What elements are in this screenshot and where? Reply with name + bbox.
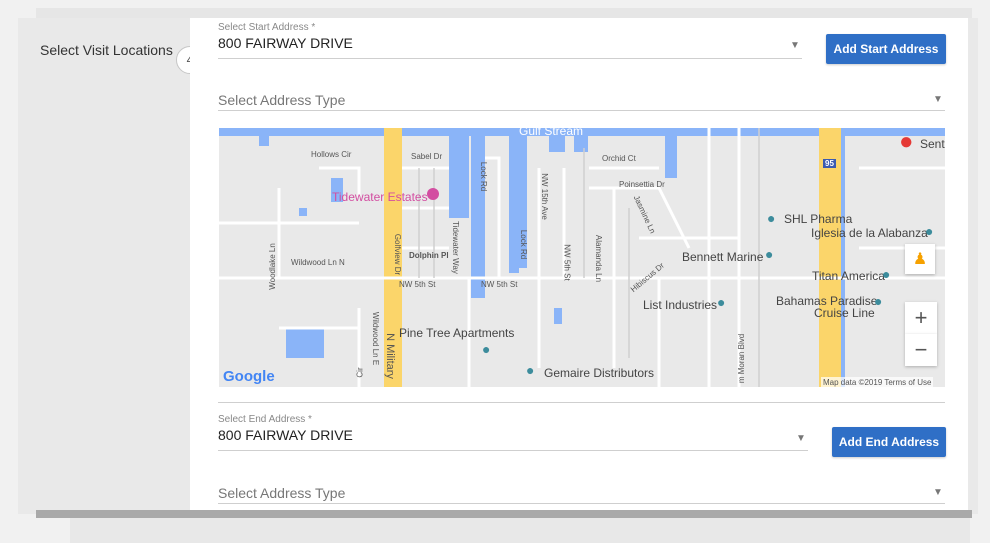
section-label: Select Visit Locations <box>40 42 173 58</box>
sabel-dr-label: Sabel Dr <box>411 152 443 161</box>
nw-5th-st-vertical-label: NW 5th St <box>562 244 572 281</box>
pine-tree-apartments-poi[interactable]: Pine Tree Apartments <box>399 326 514 340</box>
orchid-ct-label: Orchid Ct <box>602 154 636 163</box>
bottom-strip <box>70 518 970 543</box>
end-address-type-underline <box>218 503 945 504</box>
add-start-address-button[interactable]: Add Start Address <box>826 34 946 64</box>
bennett-marine-poi[interactable]: Bennett Marine <box>682 250 763 264</box>
tidewater-estates-pin-icon[interactable] <box>427 188 439 200</box>
moran-blvd-label: m Moran Blvd <box>737 333 747 384</box>
start-address-type-select[interactable]: Select Address Type <box>218 92 345 108</box>
start-address-type-dropdown-icon[interactable]: ▼ <box>933 94 943 105</box>
cir-label: Cir <box>355 367 365 378</box>
start-address-label: Select Start Address * <box>218 22 316 33</box>
location-pin-icon[interactable]: ● <box>767 210 775 226</box>
start-address-type-underline <box>218 110 945 111</box>
map-footer[interactable]: Map data ©2019 Terms of Use <box>821 377 934 388</box>
map-view[interactable]: Gulf Stream Hollows Cir Sabel Dr Lock Rd… <box>219 128 945 387</box>
location-pin-icon[interactable]: ● <box>882 266 890 282</box>
location-pin-icon[interactable]: ● <box>482 341 490 357</box>
iglesia-poi[interactable]: Iglesia de la Alabanza <box>811 226 928 240</box>
titan-america-poi[interactable]: Titan America <box>812 269 885 283</box>
end-address-underline <box>218 450 808 451</box>
wildwood-ln-e-label: Wildwood Ln E <box>371 311 381 366</box>
n-military-label: N Military <box>383 333 396 379</box>
street-view-pegman-icon[interactable]: ♟ <box>905 244 935 274</box>
start-address-value[interactable]: 800 FAIRWAY DRIVE <box>218 35 353 51</box>
woodlake-ln-label: Woodlake Ln <box>267 243 277 290</box>
start-address-field[interactable]: Select Start Address * 800 FAIRWAY DRIVE <box>218 22 353 51</box>
cruise-line-poi[interactable]: Cruise Line <box>814 306 875 320</box>
nw-5th-st-a-label: NW 5th St <box>399 280 436 289</box>
wildwood-ln-n-label: Wildwood Ln N <box>291 258 345 267</box>
end-address-field[interactable]: Select End Address * 800 FAIRWAY DRIVE <box>218 414 353 443</box>
lock-rd-label: Lock Rd <box>479 161 489 192</box>
tidewater-estates-poi[interactable]: Tidewater Estates <box>332 190 428 204</box>
red-marker-icon[interactable]: ● <box>899 128 914 156</box>
add-end-address-button[interactable]: Add End Address <box>832 427 946 457</box>
location-pin-icon[interactable]: ● <box>874 293 882 309</box>
nw-15th-ave-label: NW 15th Ave <box>539 173 549 220</box>
gulf-stream-label: Gulf Stream <box>519 128 584 138</box>
start-address-dropdown-icon[interactable]: ▼ <box>790 40 800 51</box>
location-pin-icon[interactable]: ● <box>717 294 725 310</box>
end-address-dropdown-icon[interactable]: ▼ <box>796 433 806 444</box>
start-address-underline <box>218 58 802 59</box>
location-pin-icon[interactable]: ● <box>526 362 534 378</box>
alamanda-ln-label: Alamanda Ln <box>594 234 604 283</box>
highway-95-shield: 95 <box>823 159 836 168</box>
gemaire-distributors-poi[interactable]: Gemaire Distributors <box>544 366 654 380</box>
zoom-in-button[interactable]: + <box>905 302 937 334</box>
lock-rd-2-label: Lock Rd <box>519 229 529 260</box>
hollows-cir-label: Hollows Cir <box>311 150 352 159</box>
end-address-value[interactable]: 800 FAIRWAY DRIVE <box>218 427 353 443</box>
location-pin-icon[interactable]: ● <box>765 246 773 262</box>
panel-shadow <box>36 510 972 518</box>
shl-pharma-poi[interactable]: SHL Pharma <box>784 212 852 226</box>
location-pin-icon[interactable]: ● <box>925 223 933 239</box>
list-industries-poi[interactable]: List Industries <box>643 298 717 312</box>
sentr-poi[interactable]: Sentr <box>920 137 945 151</box>
end-address-label: Select End Address * <box>218 414 312 425</box>
top-bar <box>36 8 972 18</box>
poinsettia-dr-label: Poinsettia Dr <box>619 180 665 189</box>
google-logo: Google <box>223 368 275 385</box>
map-bottom-divider <box>218 402 945 403</box>
tidewater-way-label: Tidewater Way <box>450 221 460 274</box>
golfview-dr-label: Golfview Dr <box>393 233 403 276</box>
end-address-type-select[interactable]: Select Address Type <box>218 485 345 501</box>
dolphin-pl-label: Dolphin Pl <box>409 251 449 260</box>
zoom-out-button[interactable]: − <box>905 334 937 366</box>
nw-5th-st-b-label: NW 5th St <box>481 280 518 289</box>
end-address-type-dropdown-icon[interactable]: ▼ <box>933 487 943 498</box>
